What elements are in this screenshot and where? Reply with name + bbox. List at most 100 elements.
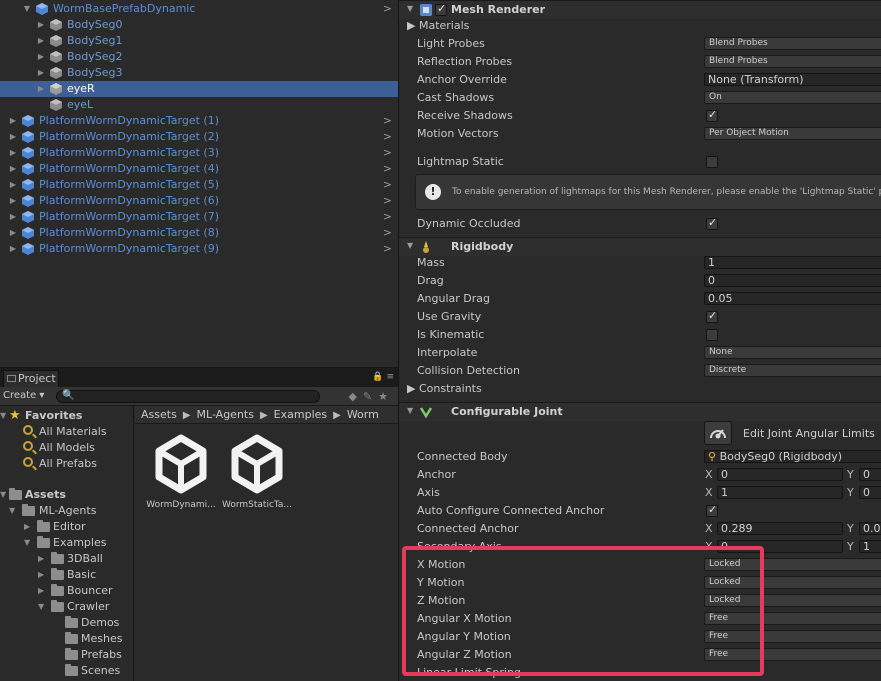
fold-right-icon[interactable]: ▶	[36, 17, 46, 33]
angular-x-motion-dropdown[interactable]: Free	[704, 612, 881, 625]
axis-y-field[interactable]: 0	[859, 486, 881, 499]
hierarchy-item-target[interactable]: ▶ PlatformWormDynamicTarget (6) >	[0, 193, 398, 209]
light-probes-dropdown[interactable]: Blend Probes	[704, 37, 881, 50]
chevron-right-icon[interactable]: >	[383, 113, 392, 129]
fold-right-icon[interactable]: ▶	[36, 81, 46, 97]
hierarchy-item-target[interactable]: ▶ PlatformWormDynamicTarget (4) >	[0, 161, 398, 177]
dynamic-occluded-checkbox[interactable]	[706, 216, 718, 230]
connected-anchor-x-field[interactable]: 0.289	[717, 522, 843, 535]
x-motion-dropdown[interactable]: Locked	[704, 558, 881, 571]
fold-right-icon[interactable]: ▶	[8, 225, 18, 241]
fold-right-icon[interactable]: ▶	[8, 241, 18, 257]
filter-icons[interactable]: ◆✎★	[348, 390, 394, 403]
hierarchy-item-target[interactable]: ▶ PlatformWormDynamicTarget (1) >	[0, 113, 398, 129]
asset-item[interactable]: WormDynami...	[143, 432, 219, 512]
chevron-right-icon[interactable]: >	[383, 193, 392, 209]
drag-field[interactable]: 0	[704, 274, 881, 287]
reflection-probes-dropdown[interactable]: Blend Probes	[704, 55, 881, 68]
z-motion-dropdown[interactable]: Locked	[704, 594, 881, 607]
fold-down-icon[interactable]: ▼	[38, 599, 48, 615]
fold-right-icon[interactable]: ▶	[38, 567, 48, 583]
hierarchy-item-selected[interactable]: ▶ eyeR	[0, 81, 398, 97]
hierarchy-item[interactable]: ▶ BodySeg0	[0, 17, 398, 33]
fold-down-icon[interactable]: ▼	[407, 241, 413, 250]
chevron-right-icon[interactable]: >	[383, 241, 392, 257]
mass-field[interactable]: 1	[704, 256, 881, 269]
chevron-right-icon[interactable]: >	[383, 209, 392, 225]
chevron-right-icon[interactable]: >	[383, 1, 392, 17]
hierarchy-item[interactable]: ▶ BodySeg2	[0, 49, 398, 65]
fold-right-icon[interactable]: ▶	[8, 209, 18, 225]
angular-y-motion-dropdown[interactable]: Free	[704, 630, 881, 643]
fold-right-icon[interactable]: ▶	[38, 583, 48, 599]
chevron-right-icon[interactable]: >	[383, 161, 392, 177]
angular-drag-field[interactable]: 0.05	[704, 292, 881, 305]
materials-foldout[interactable]: ▶ Materials	[407, 19, 469, 33]
hierarchy-item-target[interactable]: ▶ PlatformWormDynamicTarget (7) >	[0, 209, 398, 225]
fold-down-icon[interactable]: ▼	[22, 1, 32, 17]
connected-body-field[interactable]: ⚲ BodySeg0 (Rigidbody)	[704, 450, 881, 463]
secondary-axis-x-field[interactable]: 0	[717, 540, 843, 553]
fold-right-icon[interactable]: ▶	[8, 113, 18, 129]
fold-down-icon[interactable]: ▼	[407, 4, 413, 13]
tab-project[interactable]: Project	[3, 370, 59, 387]
hierarchy-item[interactable]: ▶ BodySeg3	[0, 65, 398, 81]
chevron-right-icon[interactable]: >	[383, 129, 392, 145]
fold-right-icon[interactable]: ▶	[8, 161, 18, 177]
fold-right-icon[interactable]: ▶	[8, 129, 18, 145]
collision-detection-dropdown[interactable]: Discrete	[704, 364, 881, 377]
chevron-right-icon[interactable]: >	[383, 145, 392, 161]
angular-z-motion-dropdown[interactable]: Free	[704, 648, 881, 661]
fold-right-icon[interactable]: ▶	[36, 49, 46, 65]
secondary-axis-y-field[interactable]: 1	[859, 540, 881, 553]
create-button[interactable]: Create ▾	[3, 390, 44, 401]
fold-right-icon[interactable]: ▶	[8, 177, 18, 193]
anchor-override-field[interactable]: None (Transform)	[704, 73, 881, 86]
hierarchy-item-target[interactable]: ▶ PlatformWormDynamicTarget (9) >	[0, 241, 398, 257]
fold-down-icon[interactable]: ▼	[407, 406, 413, 415]
y-motion-dropdown[interactable]: Locked	[704, 576, 881, 589]
hierarchy-item-target[interactable]: ▶ PlatformWormDynamicTarget (5) >	[0, 177, 398, 193]
panel-menu-icon[interactable]: 🔒 ≡	[372, 372, 394, 382]
edit-joint-limits-button[interactable]	[704, 421, 732, 445]
mesh-renderer-header[interactable]: ▼ Mesh Renderer	[399, 0, 881, 19]
asset-item[interactable]: WormStaticTa...	[219, 432, 295, 512]
hierarchy-item[interactable]: ▶ BodySeg1	[0, 33, 398, 49]
axis-x-field[interactable]: 1	[717, 486, 843, 499]
fold-right-icon[interactable]: ▶	[8, 145, 18, 161]
use-gravity-checkbox[interactable]	[706, 309, 718, 323]
breadcrumb-item[interactable]: Assets	[141, 408, 177, 421]
breadcrumb-item[interactable]: Examples	[274, 408, 327, 421]
hierarchy-item-target[interactable]: ▶ PlatformWormDynamicTarget (3) >	[0, 145, 398, 161]
receive-shadows-checkbox[interactable]	[706, 108, 718, 122]
interpolate-dropdown[interactable]: None	[704, 346, 881, 359]
fold-right-icon[interactable]: ▶	[36, 33, 46, 49]
lightmap-static-checkbox[interactable]	[706, 156, 718, 168]
is-kinematic-checkbox[interactable]	[706, 329, 718, 341]
fold-right-icon[interactable]: ▶	[38, 551, 48, 567]
component-enabled-checkbox[interactable]	[435, 2, 447, 16]
configurable-joint-header[interactable]: ▼ Configurable Joint	[399, 402, 881, 421]
hierarchy-item[interactable]: eyeL	[0, 97, 398, 113]
hierarchy-item-target[interactable]: ▶ PlatformWormDynamicTarget (8) >	[0, 225, 398, 241]
fold-right-icon[interactable]: ▶	[36, 65, 46, 81]
search-input[interactable]: 🔍	[56, 390, 320, 403]
fold-right-icon[interactable]: ▶	[24, 519, 34, 535]
hierarchy-item-target[interactable]: ▶ PlatformWormDynamicTarget (2) >	[0, 129, 398, 145]
anchor-y-field[interactable]: 0	[859, 468, 881, 481]
fold-down-icon[interactable]: ▼	[9, 503, 19, 519]
chevron-right-icon[interactable]: >	[383, 225, 392, 241]
motion-vectors-dropdown[interactable]: Per Object Motion	[704, 127, 881, 140]
breadcrumb-item[interactable]: ML-Agents	[197, 408, 254, 421]
anchor-x-field[interactable]: 0	[717, 468, 843, 481]
hierarchy-item-root[interactable]: ▼ WormBasePrefabDynamic >	[0, 1, 398, 17]
auto-configure-checkbox[interactable]	[706, 503, 718, 517]
chevron-right-icon[interactable]: >	[383, 177, 392, 193]
fold-down-icon[interactable]: ▼	[24, 535, 34, 551]
connected-anchor-y-field[interactable]: 0.04	[859, 522, 881, 535]
breadcrumb-item[interactable]: Worm	[347, 408, 379, 421]
fold-right-icon[interactable]: ▶	[8, 193, 18, 209]
cast-shadows-dropdown[interactable]: On	[704, 91, 881, 104]
constraints-foldout[interactable]: ▶ Constraints	[407, 382, 482, 396]
rigidbody-header[interactable]: ▼ Rigidbody	[399, 237, 881, 256]
